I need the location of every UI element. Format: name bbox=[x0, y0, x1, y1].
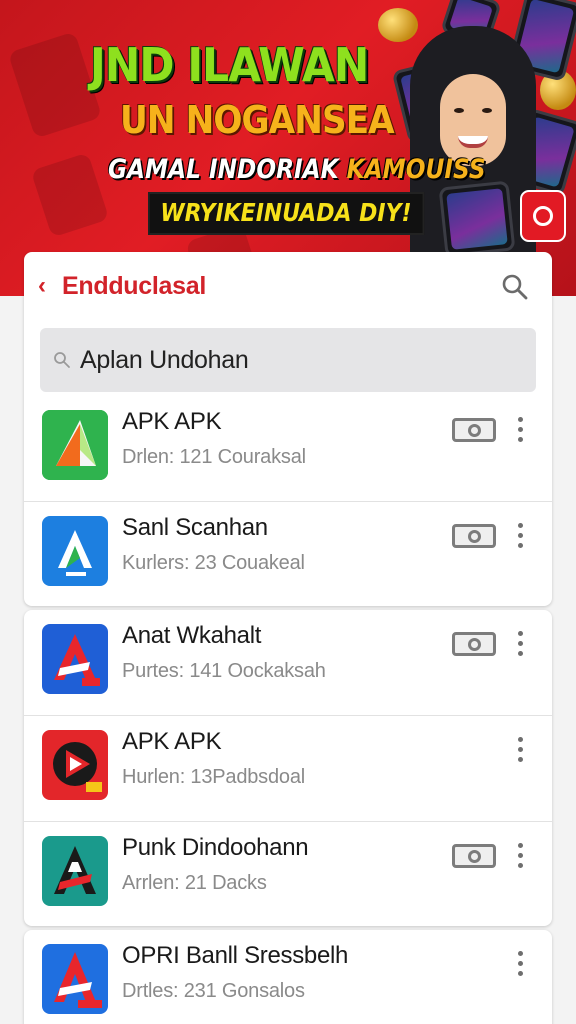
download-button[interactable] bbox=[452, 524, 496, 548]
banner-tagline-part1: GAMAL INDORIAK bbox=[108, 154, 339, 185]
banner-decoration bbox=[7, 31, 103, 139]
app-meta: Arrlen: 21 Dacks bbox=[122, 872, 267, 894]
blue-red-a-logo-icon bbox=[42, 944, 108, 1014]
app-name: Anat Wkahalt bbox=[122, 622, 262, 649]
list-item[interactable]: Sanl Scanhan Kurlers: 23 Couakeal bbox=[24, 502, 552, 606]
search-input[interactable]: Aplan Undohan bbox=[40, 328, 536, 392]
app-name: APK APK bbox=[122, 408, 222, 435]
app-name: APK APK bbox=[122, 728, 222, 755]
banner-headline: JND ILAWAN bbox=[90, 38, 369, 92]
more-options-icon[interactable] bbox=[510, 840, 530, 874]
app-meta: Hurlen: 13Padbsdoal bbox=[122, 766, 305, 788]
apk-green-triangle-icon bbox=[42, 410, 108, 480]
app-meta: Drlen: 121 Couraksal bbox=[122, 446, 306, 468]
app-meta: Drtles: 231 Gonsalos bbox=[122, 980, 305, 1002]
list-item[interactable]: Anat Wkahalt Purtes: 141 Oockaksah bbox=[24, 610, 552, 716]
red-a-logo-icon bbox=[42, 624, 108, 694]
search-button[interactable] bbox=[500, 272, 530, 302]
app-meta: Kurlers: 23 Couakeal bbox=[122, 552, 305, 574]
search-input-value: Aplan Undohan bbox=[80, 346, 249, 374]
banner-subheadline: UN NOGANSEA bbox=[120, 98, 395, 142]
banner-tagline: GAMAL INDORIAK KAMOUISS bbox=[108, 154, 486, 185]
list-item[interactable]: APK APK Drlen: 121 Couraksal bbox=[24, 396, 552, 502]
download-button[interactable] bbox=[452, 632, 496, 656]
app-badge-icon bbox=[520, 190, 566, 242]
top-bar: ‹ Endduclasal bbox=[24, 252, 552, 320]
banner-cta-text: WRYIKEINUADA DIY! bbox=[148, 192, 424, 235]
app-list-card: OPRI Banll Sressbelh Drtles: 231 Gonsalo… bbox=[24, 930, 552, 1024]
more-options-icon[interactable] bbox=[510, 628, 530, 662]
search-icon bbox=[54, 352, 70, 368]
more-options-icon[interactable] bbox=[510, 520, 530, 554]
more-options-icon[interactable] bbox=[510, 414, 530, 448]
list-item[interactable]: Punk Dindoohann Arrlen: 21 Dacks bbox=[24, 822, 552, 926]
app-name: OPRI Banll Sressbelh bbox=[122, 942, 349, 969]
red-play-logo-icon bbox=[42, 730, 108, 800]
download-button[interactable] bbox=[452, 844, 496, 868]
app-name: Sanl Scanhan bbox=[122, 514, 268, 541]
list-item[interactable]: APK APK Hurlen: 13Padbsdoal bbox=[24, 716, 552, 822]
app-name: Punk Dindoohann bbox=[122, 834, 309, 861]
download-button[interactable] bbox=[452, 418, 496, 442]
page-title: Endduclasal bbox=[62, 272, 206, 300]
banner-phone-image bbox=[438, 180, 516, 258]
banner-tagline-part2: KAMOUISS bbox=[346, 154, 486, 185]
teal-a-logo-icon bbox=[42, 836, 108, 906]
app-list-card: Anat Wkahalt Purtes: 141 Oockaksah APK A… bbox=[24, 610, 552, 926]
app-list-card: ‹ Endduclasal Aplan Undohan APK APK Drle… bbox=[24, 252, 552, 606]
search-icon bbox=[502, 274, 528, 300]
list-item[interactable]: OPRI Banll Sressbelh Drtles: 231 Gonsalo… bbox=[24, 930, 552, 1024]
more-options-icon[interactable] bbox=[510, 734, 530, 768]
blue-a-logo-icon bbox=[42, 516, 108, 586]
banner-decoration bbox=[30, 152, 110, 238]
app-meta: Purtes: 141 Oockaksah bbox=[122, 660, 326, 682]
back-arrow-icon[interactable]: ‹ bbox=[38, 274, 56, 298]
more-options-icon[interactable] bbox=[510, 948, 530, 982]
